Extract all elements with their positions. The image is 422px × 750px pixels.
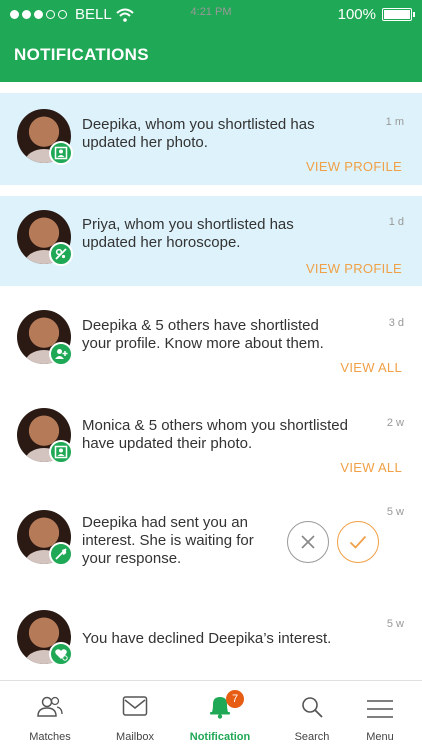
notification-item[interactable]: Priya, whom you shortlisted has updated … bbox=[0, 196, 422, 286]
notification-item[interactable]: Monica & 5 others whom you shortlisted h… bbox=[0, 396, 422, 492]
notification-time: 2 w bbox=[386, 417, 404, 429]
search-icon bbox=[302, 697, 323, 718]
notification-message: Deepika had sent you an interest. She is… bbox=[82, 514, 254, 567]
notification-count-badge: 7 bbox=[226, 690, 244, 708]
bottom-tab-bar: Matches Mailbox 7 Notification Search Me… bbox=[0, 680, 422, 750]
notification-message: Priya, whom you shortlisted has updated … bbox=[82, 216, 294, 251]
mail-icon bbox=[122, 696, 148, 716]
notification-time: 1 m bbox=[385, 116, 404, 128]
view-all-button[interactable]: VIEW ALL bbox=[340, 460, 402, 475]
tab-notification[interactable]: 7 Notification bbox=[170, 681, 270, 750]
notification-message: You have declined Deepika’s interest. bbox=[82, 630, 332, 647]
notification-item[interactable]: Deepika & 5 others have shortlisted your… bbox=[0, 296, 422, 394]
notification-time: 5 w bbox=[386, 506, 404, 518]
tab-label: Notification bbox=[189, 731, 251, 743]
people-icon bbox=[37, 696, 63, 717]
interest-icon bbox=[49, 542, 73, 566]
tab-label: Menu bbox=[366, 731, 394, 743]
decline-button[interactable] bbox=[287, 521, 329, 563]
notification-item[interactable]: Deepika, whom you shortlisted has update… bbox=[0, 93, 422, 185]
notification-time: 3 d bbox=[388, 317, 404, 329]
notification-item[interactable]: Deepika had sent you an interest. She is… bbox=[0, 496, 422, 594]
view-all-button[interactable]: VIEW ALL bbox=[340, 360, 402, 375]
battery-status: 100% bbox=[337, 6, 415, 23]
notification-message: Monica & 5 others whom you shortlisted h… bbox=[82, 417, 348, 452]
notification-message: Deepika & 5 others have shortlisted your… bbox=[82, 317, 324, 352]
notification-time: 5 w bbox=[386, 618, 404, 630]
battery-icon bbox=[382, 8, 415, 21]
app-header: BELL 4:21 PM 100% NOTIFICATIONS bbox=[0, 0, 422, 82]
photo-icon bbox=[49, 440, 73, 464]
status-bar: BELL 4:21 PM 100% bbox=[0, 0, 422, 30]
check-icon bbox=[349, 535, 367, 549]
view-profile-button[interactable]: VIEW PROFILE bbox=[306, 159, 402, 174]
close-icon bbox=[301, 535, 315, 549]
page-title: NOTIFICATIONS bbox=[14, 45, 149, 64]
battery-label: 100% bbox=[337, 6, 376, 23]
notification-item[interactable]: You have declined Deepika’s interest. 5 … bbox=[0, 606, 422, 680]
notification-message: Deepika, whom you shortlisted has update… bbox=[82, 116, 315, 151]
declined-heart-icon bbox=[49, 642, 73, 666]
menu-icon bbox=[367, 700, 393, 718]
photo-icon bbox=[49, 141, 73, 165]
view-profile-button[interactable]: VIEW PROFILE bbox=[306, 261, 402, 276]
horoscope-icon bbox=[49, 242, 73, 266]
notification-list: Deepika, whom you shortlisted has update… bbox=[0, 82, 422, 680]
accept-button[interactable] bbox=[337, 521, 379, 563]
add-person-icon bbox=[49, 342, 73, 366]
notification-time: 1 d bbox=[388, 216, 404, 228]
tab-menu[interactable]: Menu bbox=[330, 681, 422, 750]
